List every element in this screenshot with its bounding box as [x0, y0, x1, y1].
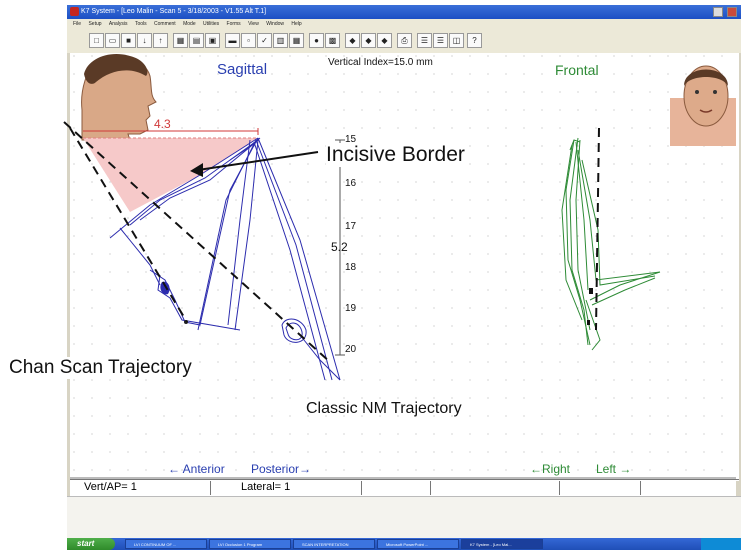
- scale-tick-20: 20: [345, 344, 357, 355]
- lateral-value: Lateral= 1: [241, 481, 291, 493]
- frontal-marker: [589, 288, 593, 294]
- scale-tick-19: 19: [345, 303, 357, 314]
- incisive-border-label: Incisive Border: [326, 143, 465, 167]
- scale-tick-18: 18: [345, 262, 357, 273]
- chan-scan-label: Chan Scan Trajectory: [7, 357, 194, 379]
- start-button[interactable]: start: [67, 538, 115, 550]
- lower-panel: [67, 496, 741, 539]
- vertical-index-readout: Vertical Index=15.0 mm: [328, 57, 433, 68]
- system-tray: [701, 538, 741, 550]
- status-row: Vert/AP= 1 Lateral= 1: [70, 479, 739, 497]
- frontal-title: Frontal: [555, 62, 599, 78]
- scale-tick-16: 16: [345, 178, 357, 189]
- classic-nm-label: Classic NM Trajectory: [306, 400, 462, 417]
- axis-right: ←Right: [530, 462, 571, 476]
- status-cell-empty-1: [362, 481, 431, 495]
- status-cell-lateral: Lateral= 1: [211, 481, 362, 495]
- axis-anterior: ← Anterior: [168, 462, 225, 476]
- vert-ap-value: Vert/AP= 1: [84, 481, 137, 493]
- taskbar-item-lvi-continuum[interactable]: LVI CONTINUUM OF ...: [125, 539, 207, 549]
- taskbar-item-scan-interpretation[interactable]: SCAN INTERPRETATION: [293, 539, 375, 549]
- taskbar-item-powerpoint[interactable]: Microsoft PowerPoint ...: [377, 539, 459, 549]
- axis-left: Left →: [596, 462, 632, 476]
- scale-tick-17: 17: [345, 221, 357, 232]
- status-cell-vert-ap: Vert/AP= 1: [70, 481, 211, 495]
- vertical-measure-value: 5.2: [331, 240, 348, 254]
- taskbar-item-lvi-occlusion[interactable]: LVI Occlusion 1 Program: [209, 539, 291, 549]
- horizontal-measure-value: 4.3: [154, 117, 171, 131]
- sagittal-title: Sagittal: [217, 61, 268, 78]
- status-cell-empty-2: [431, 481, 560, 495]
- axis-posterior: Posterior→: [251, 462, 312, 476]
- taskbar-item-k7-system[interactable]: K7 System - [Leo Mal...: [461, 539, 543, 549]
- taskbar: start LVI CONTINUUM OF ... LVI Occlusion…: [67, 538, 741, 550]
- sagittal-head-icon: [81, 54, 157, 141]
- status-cell-empty-3: [560, 481, 641, 495]
